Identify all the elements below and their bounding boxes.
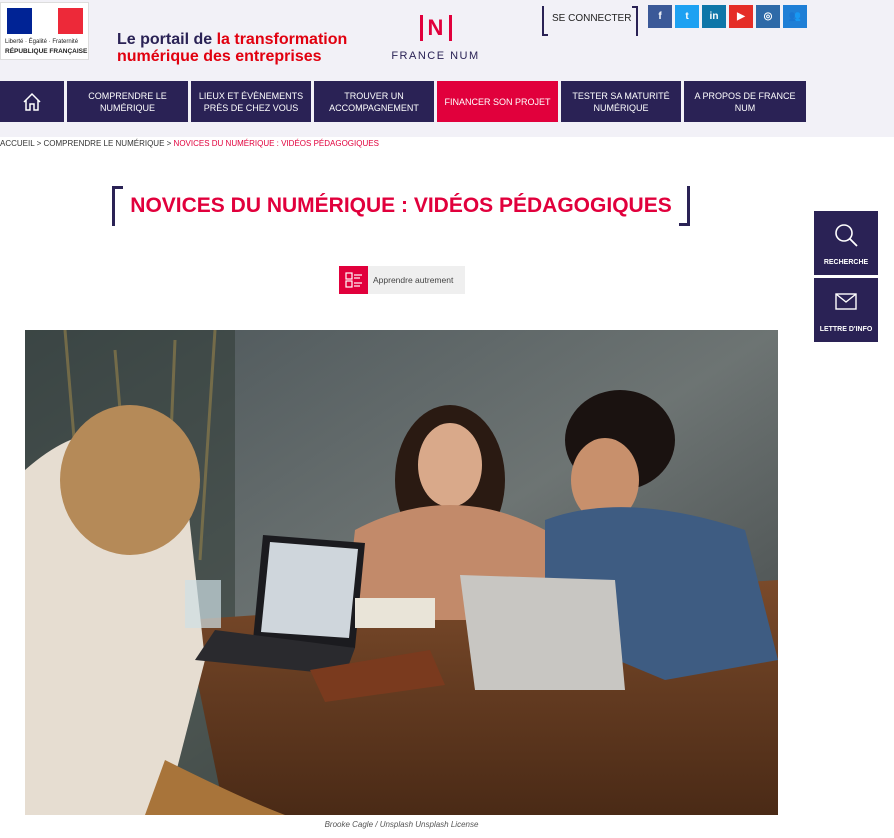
france-num-brand: FRANCE NUM — [391, 50, 480, 62]
breadcrumb-section[interactable]: COMPRENDRE LE NUMÉRIQUE — [44, 139, 165, 148]
france-num-logo[interactable]: N FRANCE NUM — [388, 15, 483, 65]
login-link[interactable]: SE CONNECTER — [542, 6, 638, 36]
search-button-label: RECHERCHE — [823, 259, 869, 266]
breadcrumb-home[interactable]: ACCUEIL — [0, 139, 34, 148]
newsletter-button[interactable]: LETTRE D'INFO — [814, 278, 878, 342]
facebook-icon[interactable]: f — [648, 5, 672, 28]
search-icon — [835, 224, 858, 247]
nav-item-2[interactable]: LIEUX ET ÉVÈNEMENTS PRÈS DE CHEZ VOUS — [191, 81, 311, 122]
breadcrumb: ACCUEIL > COMPRENDRE LE NUMÉRIQUE > NOVI… — [0, 139, 379, 148]
envelope-icon — [835, 293, 857, 310]
republique-francaise-logo[interactable]: Liberté · Égalité · Fraternité RÉPUBLIQU… — [0, 2, 89, 60]
home-icon — [23, 92, 41, 111]
marianne-flag — [7, 8, 83, 34]
breadcrumb-current: NOVICES DU NUMÉRIQUE : VIDÉOS PÉDAGOGIQU… — [173, 139, 379, 148]
page-title-frame: NOVICES DU NUMÉRIQUE : VIDÉOS PÉDAGOGIQU… — [112, 186, 690, 226]
hero-photo — [25, 330, 778, 815]
nav-item-3[interactable]: TROUVER UN ACCOMPAGNEMENT — [314, 81, 434, 122]
nav-home[interactable] — [0, 81, 64, 122]
linkedin-icon[interactable]: in — [702, 5, 726, 28]
page-title: NOVICES DU NUMÉRIQUE : VIDÉOS PÉDAGOGIQU… — [130, 194, 672, 217]
gov-name: RÉPUBLIQUE FRANÇAISE — [5, 48, 88, 55]
youtube-icon[interactable]: ▶ — [729, 5, 753, 28]
community-icon[interactable]: 👥 — [783, 5, 807, 28]
site-tagline: Le portail de la transformation numériqu… — [117, 31, 348, 65]
category-tag-label: Apprendre autrement — [373, 275, 454, 285]
learning-icon — [339, 266, 368, 294]
instagram-icon[interactable]: ◎ — [756, 5, 780, 28]
photo-credit: Brooke Cagle / Unsplash Unsplash License — [324, 820, 479, 829]
search-button[interactable]: RECHERCHE — [814, 211, 878, 275]
newsletter-button-label: LETTRE D'INFO — [819, 326, 873, 333]
twitter-icon[interactable]: t — [675, 5, 699, 28]
nav-item-1[interactable]: COMPRENDRE LE NUMÉRIQUE — [67, 81, 188, 122]
nav-item-6[interactable]: A PROPOS DE FRANCE NUM — [684, 81, 806, 122]
nav-item-4[interactable]: FINANCER SON PROJET — [437, 81, 558, 122]
france-num-mark: N — [419, 15, 452, 41]
gov-motto: Liberté · Égalité · Fraternité — [5, 39, 79, 45]
category-tag[interactable]: Apprendre autrement — [339, 266, 465, 294]
nav-item-5[interactable]: TESTER SA MATURITÉ NUMÉRIQUE — [561, 81, 681, 122]
